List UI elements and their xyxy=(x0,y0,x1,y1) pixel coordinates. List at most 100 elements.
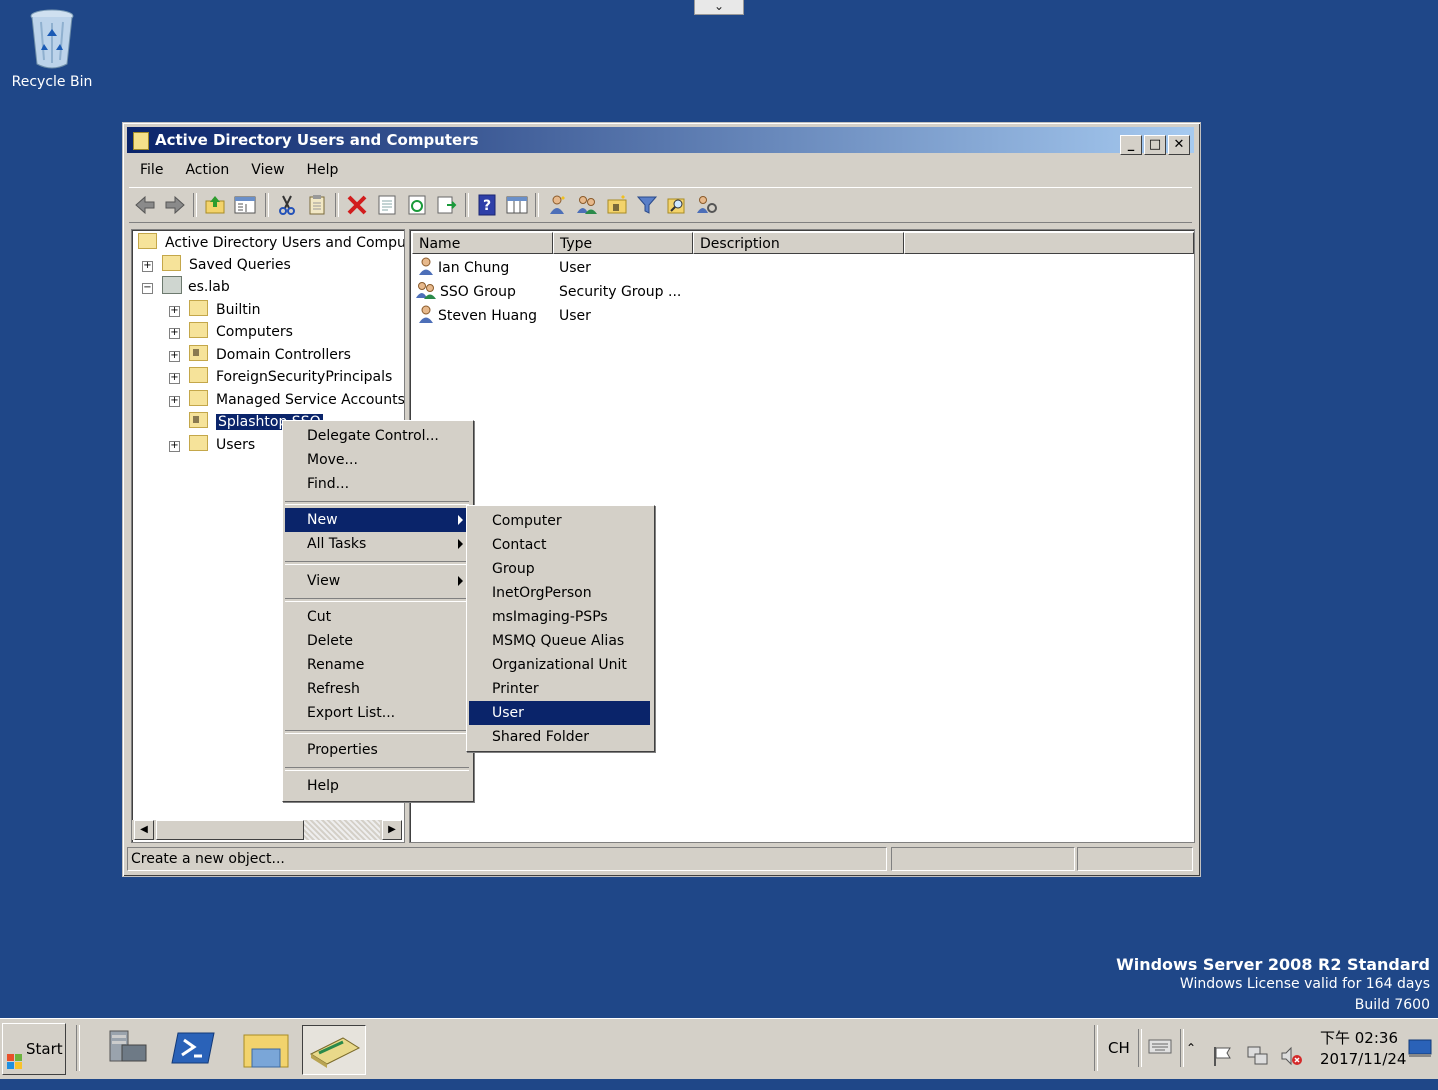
folder-icon xyxy=(189,390,208,406)
up-folder-icon[interactable] xyxy=(203,194,227,216)
tree-item-users[interactable]: Users xyxy=(189,434,255,456)
help-icon[interactable]: ? xyxy=(475,194,499,216)
expand-managed-service-accounts[interactable]: + xyxy=(169,396,180,407)
column-header-type[interactable]: Type xyxy=(553,232,693,254)
expand-users[interactable]: + xyxy=(169,441,180,452)
folder-icon xyxy=(189,300,208,316)
keyboard-icon[interactable] xyxy=(1148,1037,1172,1059)
menu-view[interactable]: View xyxy=(240,157,295,183)
menu-item-help[interactable]: Help xyxy=(285,774,469,798)
submenu-item-inetorgperson[interactable]: InetOrgPerson xyxy=(469,581,650,605)
volume-muted-icon[interactable] xyxy=(1280,1037,1304,1066)
title-bar[interactable]: Active Directory Users and Computers _ □ ✕ xyxy=(127,127,1194,155)
new-ou-icon[interactable] xyxy=(605,194,629,216)
refresh-icon[interactable] xyxy=(405,194,429,216)
tree-horizontal-scrollbar[interactable]: ◀ ▶ xyxy=(132,820,402,840)
forward-icon[interactable] xyxy=(163,194,187,216)
submenu-item-msmq-queue-alias[interactable]: MSMQ Queue Alias xyxy=(469,629,650,653)
clock-date[interactable]: 2017/11/24 xyxy=(1320,1050,1406,1068)
expand-foreign-security-principals[interactable]: + xyxy=(169,373,180,384)
menu-action[interactable]: Action xyxy=(174,157,240,183)
menu-item-all-tasks[interactable]: All Tasks xyxy=(285,532,469,556)
menu-help[interactable]: Help xyxy=(296,157,350,183)
expand-domain-controllers[interactable]: + xyxy=(169,351,180,362)
menu-item-new[interactable]: New xyxy=(285,508,469,532)
column-header-description[interactable]: Description xyxy=(693,232,904,254)
maximize-button[interactable]: □ xyxy=(1144,135,1166,155)
add-to-group-icon[interactable] xyxy=(695,194,719,216)
ad-users-computers-icon[interactable] xyxy=(302,1025,366,1075)
tree-item-foreign-security-principals[interactable]: ForeignSecurityPrincipals xyxy=(189,366,392,388)
recycle-bin[interactable]: Recycle Bin xyxy=(10,8,94,90)
cut-icon[interactable] xyxy=(275,194,299,216)
expand-computers[interactable]: + xyxy=(169,328,180,339)
find-icon[interactable] xyxy=(665,194,689,216)
tree-item-managed-service-accounts[interactable]: Managed Service Accounts xyxy=(189,389,404,411)
svg-text:?: ? xyxy=(483,198,491,214)
list-item[interactable]: Steven Huang xyxy=(418,304,537,328)
menu-item-refresh[interactable]: Refresh xyxy=(285,677,469,701)
clock-time[interactable]: 下午 02:36 xyxy=(1320,1027,1398,1048)
start-button[interactable]: Start xyxy=(2,1023,66,1075)
tree-item-builtin[interactable]: Builtin xyxy=(189,299,261,321)
menu-item-rename[interactable]: Rename xyxy=(285,653,469,677)
column-header-name[interactable]: Name xyxy=(412,232,553,254)
copy-icon[interactable] xyxy=(305,194,329,216)
network-icon[interactable] xyxy=(1246,1037,1270,1065)
back-icon[interactable] xyxy=(133,194,157,216)
scroll-right-button[interactable]: ▶ xyxy=(382,820,402,840)
new-user-icon[interactable] xyxy=(545,194,569,216)
recycle-bin-icon xyxy=(29,8,75,69)
menu-item-find[interactable]: Find... xyxy=(285,472,469,496)
tree-root[interactable]: Active Directory Users and Comput xyxy=(138,232,404,254)
menu-item-cut[interactable]: Cut xyxy=(285,605,469,629)
menu-item-delegate-control[interactable]: Delegate Control... xyxy=(285,424,469,448)
tree-item-saved-queries[interactable]: Saved Queries xyxy=(162,254,291,276)
remote-session-tab[interactable]: ⌄ xyxy=(694,0,744,15)
show-hide-tree-icon[interactable] xyxy=(233,194,257,216)
expand-builtin[interactable]: + xyxy=(169,306,180,317)
status-pane-2 xyxy=(891,847,1075,871)
submenu-item-msimaging-psps[interactable]: msImaging-PSPs xyxy=(469,605,650,629)
menu-item-properties[interactable]: Properties xyxy=(285,738,469,762)
scroll-track[interactable] xyxy=(304,820,380,840)
menu-file[interactable]: File xyxy=(129,157,174,183)
submenu-item-user[interactable]: User xyxy=(469,701,650,725)
submenu-item-group[interactable]: Group xyxy=(469,557,650,581)
expand-saved-queries[interactable]: + xyxy=(142,261,153,272)
scroll-thumb[interactable] xyxy=(156,820,304,840)
submenu-item-organizational-unit[interactable]: Organizational Unit xyxy=(469,653,650,677)
submenu-item-shared-folder[interactable]: Shared Folder xyxy=(469,725,650,749)
submenu-item-computer[interactable]: Computer xyxy=(469,509,650,533)
submenu-item-contact[interactable]: Contact xyxy=(469,533,650,557)
powershell-icon[interactable] xyxy=(164,1025,228,1075)
properties-icon[interactable] xyxy=(375,194,399,216)
collapse-domain[interactable]: − xyxy=(142,283,153,294)
export-list-icon[interactable] xyxy=(435,194,459,216)
action-center-flag-icon[interactable] xyxy=(1210,1037,1234,1066)
submenu-arrow-icon xyxy=(458,539,463,549)
server-manager-icon[interactable] xyxy=(96,1025,160,1075)
language-indicator[interactable]: CH xyxy=(1108,1023,1130,1073)
tree-item-domain-controllers[interactable]: Domain Controllers xyxy=(189,344,351,366)
list-item[interactable]: SSO Group xyxy=(416,280,516,304)
close-button[interactable]: ✕ xyxy=(1168,135,1190,155)
submenu-arrow-icon xyxy=(458,515,463,525)
menu-item-delete[interactable]: Delete xyxy=(285,629,469,653)
minimize-button[interactable]: _ xyxy=(1120,135,1142,155)
console-tree-icon[interactable] xyxy=(505,194,529,216)
tree-item-computers[interactable]: Computers xyxy=(189,321,293,343)
menu-item-export-list[interactable]: Export List... xyxy=(285,701,469,725)
explorer-icon[interactable] xyxy=(234,1025,298,1075)
delete-icon[interactable] xyxy=(345,194,369,216)
scroll-left-button[interactable]: ◀ xyxy=(134,820,154,840)
tree-item-domain[interactable]: es.lab xyxy=(162,276,230,298)
show-desktop-icon[interactable] xyxy=(1408,1037,1432,1063)
menu-item-view[interactable]: View xyxy=(285,569,469,593)
submenu-item-printer[interactable]: Printer xyxy=(469,677,650,701)
show-hidden-icons-icon[interactable]: ⌃ xyxy=(1186,1023,1196,1073)
filter-icon[interactable] xyxy=(635,194,659,216)
new-group-icon[interactable] xyxy=(575,194,599,216)
menu-item-move[interactable]: Move... xyxy=(285,448,469,472)
list-item[interactable]: Ian Chung xyxy=(418,256,509,280)
